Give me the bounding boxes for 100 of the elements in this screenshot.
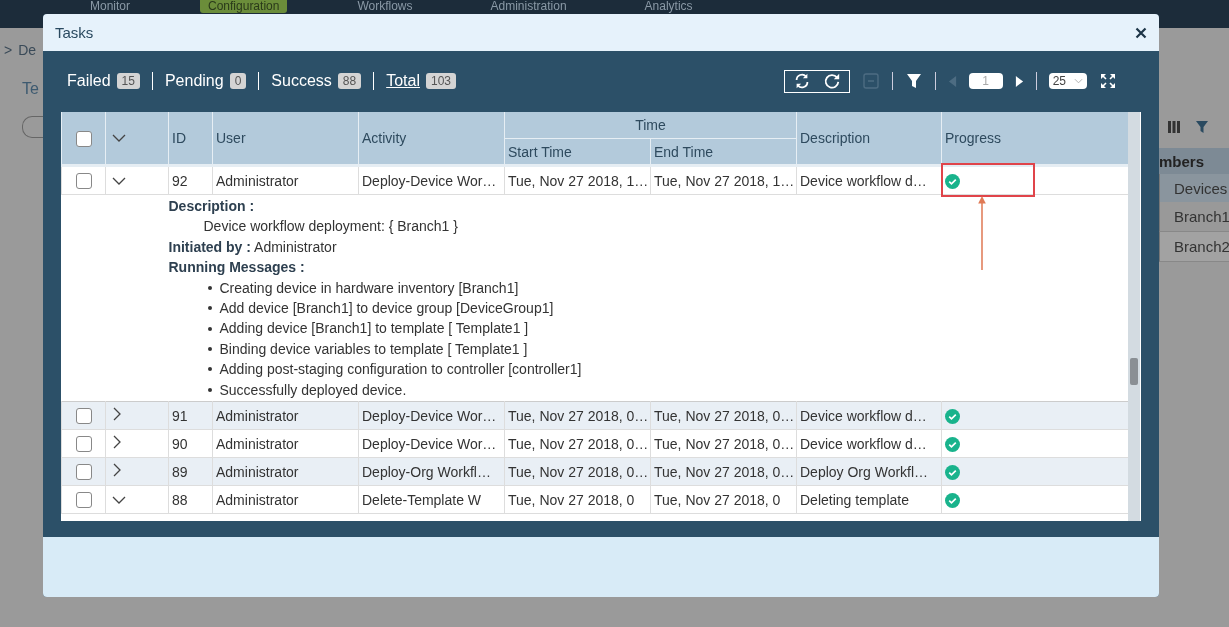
message-text: Successfully deployed device. bbox=[219, 380, 407, 400]
table-cell: 92 bbox=[172, 172, 188, 189]
nav-tab[interactable]: Administration bbox=[482, 0, 575, 13]
column-header: mbers bbox=[1159, 152, 1205, 170]
chevron-down-icon[interactable] bbox=[112, 494, 126, 505]
status-filter-link[interactable]: Pending bbox=[164, 72, 224, 90]
refresh-icon[interactable] bbox=[822, 72, 841, 90]
table-cell: Tue, Nov 27 2018, 0… bbox=[654, 463, 795, 480]
column-header: Description bbox=[800, 130, 871, 146]
detail-label: Initiated by : bbox=[168, 238, 251, 255]
nav-tab[interactable]: Workflows bbox=[349, 0, 421, 13]
table-cell: Tue, Nov 27 2018, 0… bbox=[508, 407, 649, 424]
nav-tab[interactable]: Configuration bbox=[200, 0, 288, 13]
column-header: Progress bbox=[945, 130, 1002, 146]
close-icon[interactable] bbox=[1135, 26, 1147, 39]
bullet-icon bbox=[207, 285, 212, 290]
fullscreen-icon[interactable] bbox=[1099, 72, 1117, 90]
filter-icon[interactable] bbox=[904, 72, 923, 90]
table-cell: Tue, Nov 27 2018, 0 bbox=[654, 491, 781, 508]
message-text: Adding device [Branch1] to template [ Template1 ] bbox=[219, 319, 529, 339]
columns-icon[interactable] bbox=[1167, 120, 1181, 134]
table-cell: Deploy-Device Wor… bbox=[362, 435, 497, 452]
breadcrumb-item[interactable]: De bbox=[18, 42, 37, 58]
count-badge: 103 bbox=[425, 73, 456, 89]
table-cell: Tue, Nov 27 2018, 1… bbox=[654, 172, 795, 189]
chevron-right-icon[interactable] bbox=[112, 407, 122, 422]
table-cell: Tue, Nov 27 2018, 0 bbox=[508, 491, 635, 508]
page-size-select[interactable]: 25 bbox=[1048, 73, 1087, 89]
table-cell: Tue, Nov 27 2018, 0… bbox=[508, 463, 649, 480]
detail-label: Description : bbox=[168, 198, 255, 214]
table-cell: Deleting template bbox=[800, 491, 909, 508]
breadcrumb-separator: > bbox=[4, 42, 13, 58]
count-badge: 15 bbox=[116, 73, 140, 89]
chevron-right-icon[interactable] bbox=[112, 435, 122, 450]
detail-label: Running Messages : bbox=[168, 259, 305, 276]
caret-icon bbox=[1074, 78, 1083, 84]
table-cell: Device workflow d… bbox=[800, 172, 927, 189]
table-cell: Tue, Nov 27 2018, 1… bbox=[508, 172, 649, 189]
table-cell: Tue, Nov 27 2018, 0… bbox=[508, 435, 649, 452]
column-header: Activity bbox=[362, 130, 407, 146]
column-header: User bbox=[216, 130, 246, 146]
table-cell: Deploy-Org Workfl… bbox=[362, 463, 491, 480]
table-cell: Administrator bbox=[216, 435, 299, 452]
success-check-icon bbox=[945, 492, 960, 508]
bullet-icon bbox=[207, 387, 212, 392]
bullet-icon bbox=[207, 367, 212, 372]
column-header: End Time bbox=[654, 143, 714, 160]
table-cell: Device workflow d… bbox=[800, 407, 927, 424]
message-text: Creating device in hardware inventory [Branch1] bbox=[219, 278, 519, 298]
table-cell: Tue, Nov 27 2018, 0… bbox=[654, 435, 795, 452]
bullet-icon bbox=[207, 326, 212, 331]
table-cell: Administrator bbox=[216, 463, 299, 480]
message-text: Binding device variables to template [ Template1 ] bbox=[219, 339, 528, 359]
detail-text: Device workflow deployment: { Branch1 } bbox=[203, 218, 458, 235]
row-checkbox[interactable] bbox=[75, 173, 92, 190]
table-cell: Device workflow d… bbox=[800, 435, 927, 452]
chevron-down-icon[interactable] bbox=[112, 133, 126, 143]
bullet-icon bbox=[207, 347, 212, 352]
column-header: Devices bbox=[1174, 179, 1228, 197]
column-group-header: Time bbox=[635, 117, 666, 133]
success-check-icon bbox=[945, 408, 960, 424]
row-checkbox[interactable] bbox=[75, 408, 92, 425]
row-checkbox[interactable] bbox=[75, 464, 92, 481]
chevron-right-icon[interactable] bbox=[112, 463, 122, 478]
table-cell: Deploy-Device Wor… bbox=[362, 172, 497, 189]
table-cell: 91 bbox=[172, 407, 188, 424]
nav-tab[interactable]: Monitor bbox=[82, 0, 138, 13]
success-check-icon bbox=[945, 436, 960, 452]
chevron-down-icon[interactable] bbox=[112, 175, 126, 186]
message-text: Adding post-staging configuration to controller [controller1] bbox=[219, 360, 582, 380]
table-cell: Delete-Template W bbox=[362, 491, 482, 508]
success-check-icon bbox=[945, 173, 960, 189]
table-cell: Tue, Nov 27 2018, 0… bbox=[654, 407, 795, 424]
row-checkbox[interactable] bbox=[75, 436, 92, 453]
message-text: Add device [Branch1] to device group [DeviceGroup1] bbox=[219, 299, 554, 319]
table-cell: 88 bbox=[172, 491, 188, 508]
status-filter-link[interactable]: Failed bbox=[67, 72, 111, 90]
dialog-title: Tasks bbox=[55, 24, 94, 41]
nav-tab[interactable]: Analytics bbox=[636, 0, 701, 13]
select-all-checkbox[interactable] bbox=[75, 130, 92, 147]
table-cell: 90 bbox=[172, 435, 188, 452]
table-cell: Branch1 bbox=[1174, 208, 1229, 225]
success-check-icon bbox=[945, 464, 960, 480]
count-badge: 88 bbox=[337, 73, 362, 89]
table-cell: Deploy-Device Wor… bbox=[362, 407, 497, 424]
count-badge: 0 bbox=[229, 73, 247, 89]
next-page-icon[interactable] bbox=[1014, 74, 1024, 88]
table-cell: Branch2 bbox=[1174, 238, 1229, 255]
status-filter-link[interactable]: Success bbox=[271, 72, 332, 90]
table-cell: Administrator bbox=[216, 172, 299, 189]
scrollbar-thumb[interactable] bbox=[1130, 358, 1138, 385]
column-header: Start Time bbox=[508, 143, 572, 160]
detail-text: Administrator bbox=[254, 238, 337, 255]
table-cell: Administrator bbox=[216, 491, 299, 508]
column-header: ID bbox=[172, 130, 186, 146]
status-filter-link[interactable]: Total bbox=[386, 72, 420, 90]
table-cell: Deploy Org Workfl… bbox=[800, 463, 929, 480]
bullet-icon bbox=[207, 306, 212, 311]
row-checkbox[interactable] bbox=[75, 492, 92, 509]
table-cell: 89 bbox=[172, 463, 188, 480]
